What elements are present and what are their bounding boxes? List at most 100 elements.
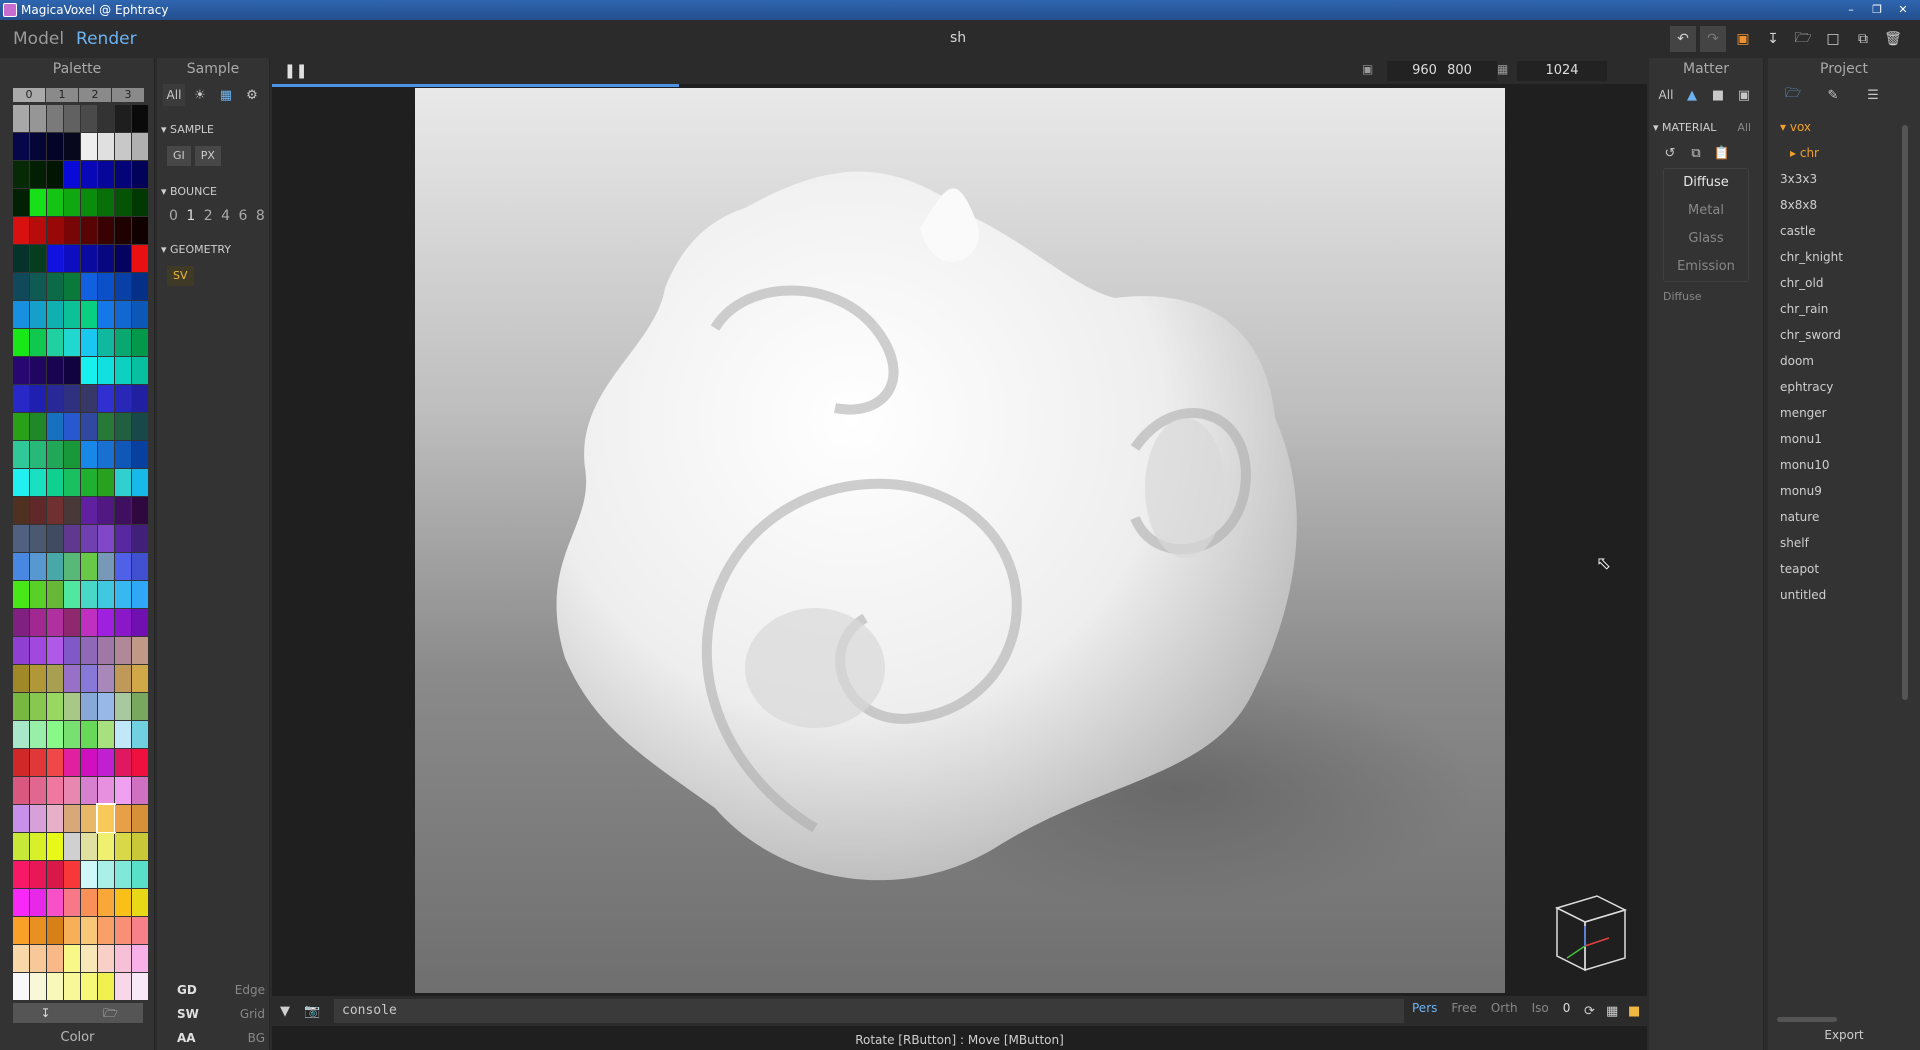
palette-swatch[interactable] (47, 329, 63, 356)
palette-swatch[interactable] (115, 777, 131, 804)
palette-swatch[interactable] (47, 441, 63, 468)
palette-swatch[interactable] (132, 973, 148, 1000)
pause-icon[interactable]: ❚❚ (284, 63, 307, 79)
palette-swatch[interactable] (13, 329, 29, 356)
palette-swatch[interactable] (13, 693, 29, 720)
palette-swatch[interactable] (64, 329, 80, 356)
palette-swatch[interactable] (98, 889, 114, 916)
file-item[interactable]: chr_sword (1780, 322, 1916, 348)
palette-swatch[interactable] (64, 161, 80, 188)
view-free[interactable]: Free (1451, 1001, 1476, 1015)
palette-swatch[interactable] (81, 917, 97, 944)
palette-swatch[interactable] (30, 525, 46, 552)
palette-swatch[interactable] (30, 413, 46, 440)
palette-swatch[interactable] (81, 637, 97, 664)
palette-swatch[interactable] (47, 105, 63, 132)
palette-swatch[interactable] (81, 805, 97, 832)
palette-swatch[interactable] (13, 665, 29, 692)
palette-swatch[interactable] (98, 861, 114, 888)
palette-swatch[interactable] (64, 749, 80, 776)
material-diffuse[interactable]: Diffuse (1664, 169, 1748, 197)
palette-swatch[interactable] (30, 273, 46, 300)
palette-swatch[interactable] (98, 217, 114, 244)
section-sample[interactable]: ▾ SAMPLE (161, 120, 269, 140)
palette-swatch[interactable] (132, 693, 148, 720)
palette-swatch[interactable] (98, 329, 114, 356)
palette-swatch[interactable] (81, 525, 97, 552)
palette-swatch[interactable] (13, 273, 29, 300)
view-orth[interactable]: Orth (1491, 1001, 1518, 1015)
palette-swatch[interactable] (47, 581, 63, 608)
palette-swatch[interactable] (47, 693, 63, 720)
palette-swatch[interactable] (132, 329, 148, 356)
palette-swatch[interactable] (81, 945, 97, 972)
palette-swatch[interactable] (115, 105, 131, 132)
palette-swatch[interactable] (132, 581, 148, 608)
close-button[interactable]: ✕ (1890, 0, 1916, 18)
image-size-icon[interactable]: ▣ (1362, 62, 1373, 76)
import-icon[interactable]: ↧ (13, 1003, 78, 1023)
palette-swatch[interactable] (47, 805, 63, 832)
palette-swatch[interactable] (115, 665, 131, 692)
palette-swatch[interactable] (132, 917, 148, 944)
render-viewport[interactable]: ❚❚ ▣ 960 800 ▦ 1024 ▼ 📷 console Pers Fre… (272, 58, 1647, 1050)
palette-swatch[interactable] (30, 833, 46, 860)
histogram-icon[interactable]: ▦ (1497, 62, 1508, 76)
palette-swatch[interactable] (132, 301, 148, 328)
file-item[interactable]: monu9 (1780, 478, 1916, 504)
palette-swatch[interactable] (81, 609, 97, 636)
palette-swatch[interactable] (13, 497, 29, 524)
palette-swatch[interactable] (30, 805, 46, 832)
palette-swatch[interactable] (98, 777, 114, 804)
palette-swatch[interactable] (115, 301, 131, 328)
palette-swatch[interactable] (13, 889, 29, 916)
palette-swatch[interactable] (98, 469, 114, 496)
material-glass[interactable]: Glass (1664, 225, 1748, 253)
palette-swatch[interactable] (115, 637, 131, 664)
palette-swatch[interactable] (81, 189, 97, 216)
palette-swatch[interactable] (132, 497, 148, 524)
palette-swatch[interactable] (13, 245, 29, 272)
file-item[interactable]: castle (1780, 218, 1916, 244)
palette-swatch[interactable] (81, 357, 97, 384)
palette-swatch[interactable] (115, 721, 131, 748)
camera-icon[interactable]: 📷 (304, 1004, 320, 1019)
palette-swatch[interactable] (115, 217, 131, 244)
palette-swatch[interactable] (47, 777, 63, 804)
palette-swatch[interactable] (30, 749, 46, 776)
palette-swatch[interactable] (13, 721, 29, 748)
palette-swatch[interactable] (30, 105, 46, 132)
palette-swatch[interactable] (98, 301, 114, 328)
palette-swatch[interactable] (47, 749, 63, 776)
palette-swatch[interactable] (64, 721, 80, 748)
palette-swatch[interactable] (132, 273, 148, 300)
palette-swatch[interactable] (98, 749, 114, 776)
palette-swatch[interactable] (115, 861, 131, 888)
palette-swatch[interactable] (115, 581, 131, 608)
bar-chart-icon[interactable]: ▦ (215, 84, 237, 106)
palette-swatch[interactable] (64, 301, 80, 328)
gear-icon[interactable]: ⚙ (241, 84, 263, 106)
palette-swatch[interactable] (98, 105, 114, 132)
palette-swatch[interactable] (30, 385, 46, 412)
palette-swatch[interactable] (30, 917, 46, 944)
maximize-button[interactable]: ❐ (1864, 0, 1890, 18)
palette-swatch[interactable] (47, 609, 63, 636)
open-folder-icon[interactable]: 🗁 (78, 1003, 143, 1023)
palette-swatch[interactable] (81, 105, 97, 132)
palette-swatch[interactable] (81, 889, 97, 916)
palette-swatch[interactable] (81, 385, 97, 412)
undo-icon[interactable]: ↶ (1670, 26, 1696, 52)
palette-swatch[interactable] (64, 273, 80, 300)
palette-swatch[interactable] (30, 301, 46, 328)
palette-swatch[interactable] (115, 245, 131, 272)
bounce-2[interactable]: 2 (204, 208, 213, 224)
palette-swatch[interactable] (98, 385, 114, 412)
sample-count-field[interactable]: 1024 (1517, 61, 1607, 81)
view-iso[interactable]: Iso (1532, 1001, 1549, 1015)
palette-swatch[interactable] (132, 805, 148, 832)
palette-swatch[interactable] (132, 777, 148, 804)
palette-swatch[interactable] (47, 945, 63, 972)
file-item[interactable]: nature (1780, 504, 1916, 530)
palette-swatch[interactable] (64, 105, 80, 132)
